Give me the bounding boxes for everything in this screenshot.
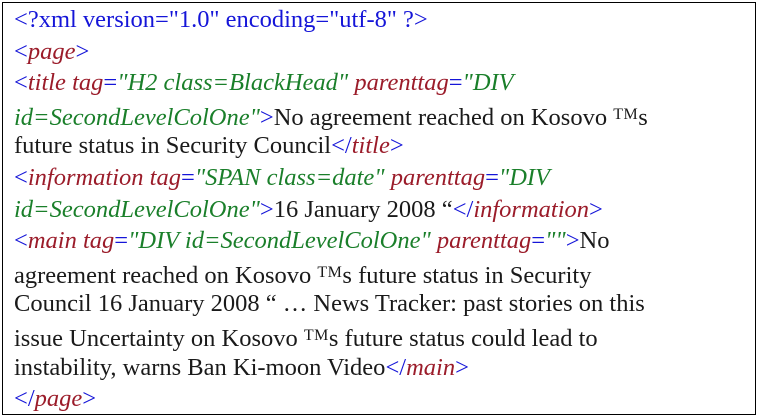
xml-code-block: <?xml version="1.0" encoding="utf-8" ?> … [14, 4, 752, 415]
main-text-line-5: instability, warns Ban Ki-moon Video</ma… [14, 352, 752, 384]
main-text-line3: Council 16 January 2008 “ … News Tracker… [14, 290, 645, 318]
information-attr2-eq: = [485, 163, 499, 191]
main-attr1-name: tag [82, 227, 115, 255]
title-open-lt: < [14, 69, 28, 97]
information-attr1-eq: = [180, 163, 195, 191]
page-open-gt: > [75, 37, 90, 65]
page-open-line: <page> [14, 36, 752, 68]
title-attr1-name: tag [72, 69, 104, 97]
information-open-line-1: <information tag="SPAN class=date" paren… [14, 162, 752, 194]
information-open-line-2: id=SecondLevelColOne">16 January 2008 “<… [14, 194, 752, 226]
information-tag-name: information [27, 163, 144, 191]
information-close-gt: > [589, 195, 603, 223]
title-open-line-1: <title tag="H2 class=BlackHead" parentta… [14, 67, 752, 99]
page-close-tag: page [34, 385, 83, 413]
main-close-gt: > [455, 353, 469, 381]
xml-declaration-line: <?xml version="1.0" encoding="utf-8" ?> [14, 4, 752, 36]
information-text: 16 January 2008 “ [273, 195, 453, 223]
main-attr2-value: "" [545, 227, 566, 255]
main-open-line: <main tag="DIV id=SecondLevelColOne" par… [14, 225, 752, 257]
information-close-lt: </ [452, 195, 474, 223]
title-text-line-3: future status in Security Council</title… [14, 130, 752, 162]
main-attr1-eq: = [114, 227, 129, 255]
main-text-line-4: issue Uncertainty on Kosovo TMs future s… [14, 320, 752, 352]
main-text-line1: No [579, 227, 610, 255]
title-attr1-value: "H2 class=BlackHead" [117, 69, 349, 97]
main-attr2-name: parenttag [436, 227, 532, 255]
main-text-line-2: agreement reached on Kosovo TMs future s… [14, 257, 752, 289]
page-close-line: </page> [14, 383, 752, 415]
title-close-gt: > [389, 132, 404, 160]
title-attr1-eq: = [103, 69, 118, 97]
information-open-gt: > [259, 195, 274, 223]
page-close-gt: > [82, 385, 97, 413]
title-attr2-value-part2: id=SecondLevelColOne" [14, 103, 260, 131]
title-attr2-name: parenttag [354, 69, 449, 97]
title-trademark-mark: TM [613, 105, 639, 123]
main-text-line4-b: s future status could lead to [328, 324, 598, 352]
main-attr2-eq: = [531, 227, 546, 255]
information-attr1-name: tag [149, 163, 181, 191]
page-open-lt: < [14, 37, 28, 65]
title-attr2-value-part1: "DIV [462, 69, 514, 97]
title-tag-name: title [27, 69, 66, 97]
page-close-lt: </ [14, 385, 35, 413]
information-open-lt: < [14, 163, 28, 191]
title-open-line-2: id=SecondLevelColOne">No agreement reach… [14, 99, 752, 131]
main-close-lt: </ [385, 353, 407, 381]
information-attr2-value-part2: id=SecondLevelColOne" [14, 195, 260, 223]
main-text-line2-b: s future status in Security [342, 261, 592, 289]
title-text-line2: future status in Security Council [14, 132, 332, 160]
title-attr2-eq: = [448, 69, 463, 97]
information-attr1-value: "SPAN class=date" [194, 163, 385, 191]
page-open-tag: page [27, 37, 76, 65]
main-text-line5: instability, warns Ban Ki-moon Video [14, 353, 386, 381]
title-close-lt: </ [331, 132, 352, 160]
main-attr1-value: "DIV id=SecondLevelColOne" [128, 227, 431, 255]
main-tag-name: main [27, 227, 77, 255]
xml-declaration: <?xml version="1.0" encoding="utf-8" ?> [14, 6, 428, 33]
title-close-tag: title [351, 132, 390, 160]
title-text-line1: No agreement reached on Kosovo [273, 103, 614, 131]
title-text-line1-end: s [638, 103, 648, 131]
main-text-line-3: Council 16 January 2008 “ … News Tracker… [14, 288, 752, 320]
title-open-gt: > [259, 103, 274, 131]
main-text-line4-a: issue Uncertainty on Kosovo [14, 324, 304, 352]
main-open-lt: < [14, 227, 28, 255]
main-trademark-mark-1: TM [317, 263, 343, 281]
information-attr2-name: parenttag [390, 163, 486, 191]
main-trademark-mark-2: TM [303, 326, 329, 344]
main-close-tag: main [406, 353, 456, 381]
information-close-tag: information [473, 195, 590, 223]
main-text-line2-a: agreement reached on Kosovo [14, 261, 318, 289]
main-open-gt: > [565, 227, 580, 255]
information-attr2-value-part1: "DIV [498, 163, 551, 191]
